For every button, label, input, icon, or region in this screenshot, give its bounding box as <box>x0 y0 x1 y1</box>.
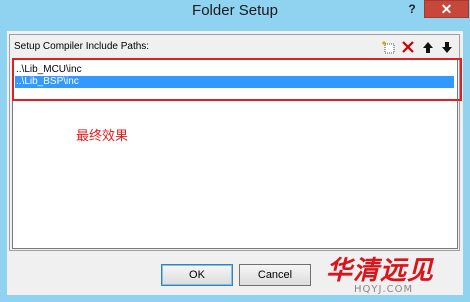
folder-setup-window: Folder Setup ? ✕ Setup Compiler Include … <box>0 0 470 302</box>
move-up-icon[interactable] <box>419 39 436 55</box>
ok-button[interactable]: OK <box>161 264 233 286</box>
cancel-button[interactable]: Cancel <box>239 264 311 286</box>
watermark-subtext: HQYJ.COM <box>354 284 414 295</box>
close-button[interactable]: ✕ <box>424 0 469 18</box>
delete-icon[interactable] <box>399 39 416 55</box>
path-toolbar <box>380 39 456 55</box>
window-title: Folder Setup <box>192 2 278 19</box>
title-bar[interactable]: Folder Setup ? ✕ <box>0 0 470 24</box>
highlight-box <box>12 58 462 101</box>
include-paths-label: Setup Compiler Include Paths: <box>14 41 150 52</box>
new-folder-icon[interactable] <box>380 39 397 55</box>
include-paths-group: Setup Compiler Include Paths: ..\Lib_MCU… <box>9 34 462 251</box>
move-down-icon[interactable] <box>438 39 455 55</box>
watermark-text: 华清远见 <box>326 256 435 286</box>
watermark-logo: 华清远见 HQYJ.COM <box>318 250 468 300</box>
annotation-text: 最终效果 <box>76 129 129 144</box>
help-button[interactable]: ? <box>403 1 421 17</box>
